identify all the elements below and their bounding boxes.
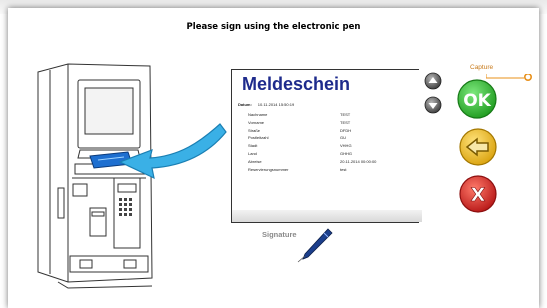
document-fields: Nachname TEST Vorname TEST Straße DFDH Post…: [248, 112, 418, 174]
pen-icon: [297, 228, 333, 263]
document-date: Datum: 10.11.2014 15:50:19: [238, 102, 295, 107]
cancel-button[interactable]: X: [458, 174, 498, 214]
panel-shadow: [232, 210, 422, 222]
field-row: Straße DFDH: [248, 127, 352, 133]
document-preview: Meldeschein Datum: 10.11.2014 15:50:19 Na…: [231, 69, 419, 223]
field-row: Land GHHG: [248, 150, 352, 156]
scroll-down-button[interactable]: [424, 96, 442, 114]
signature-label: Signature: [262, 230, 297, 239]
field-row: Stadt VHHG: [248, 143, 352, 149]
scroll-up-button[interactable]: [424, 72, 442, 90]
field-row: Abreise 20.11.2014 00:00:00: [248, 158, 377, 164]
back-button[interactable]: [458, 127, 498, 167]
field-row: Vorname TEST: [248, 119, 351, 125]
instruction-title: Please sign using the electronic pen: [186, 22, 361, 32]
ok-button[interactable]: OK: [456, 78, 498, 120]
field-row: Reservierungsnummer test: [248, 166, 347, 172]
field-row: Nachname TEST: [248, 112, 351, 117]
close-icon: X: [471, 184, 486, 206]
ok-label: OK: [463, 91, 491, 111]
document-title: Meldeschein: [242, 74, 351, 94]
pointing-arrow-icon: [118, 123, 227, 180]
field-row: Postleitzahl GU: [248, 135, 346, 141]
capture-label[interactable]: Capture: [470, 64, 493, 71]
